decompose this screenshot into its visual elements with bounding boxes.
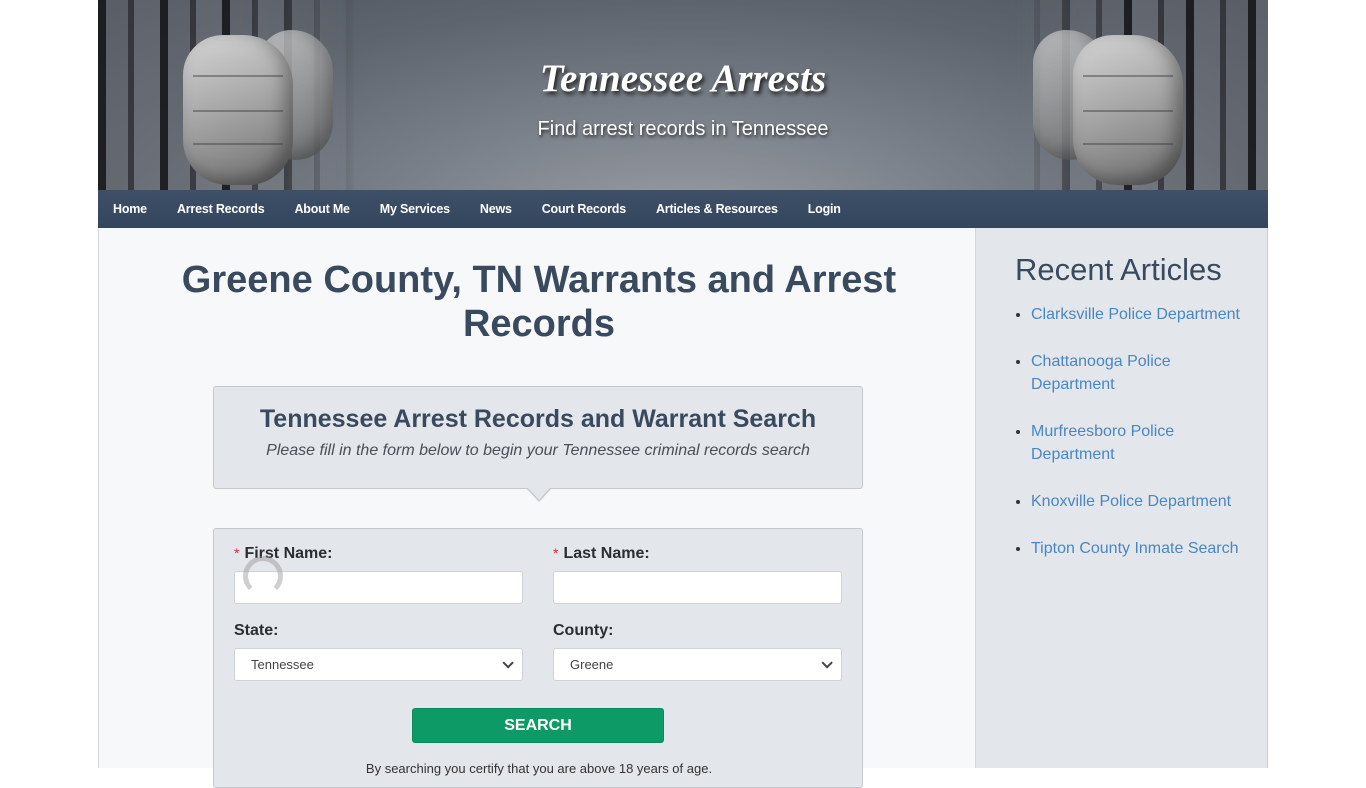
page: Tennessee Arrests Find arrest records in…	[98, 0, 1268, 788]
article-link-murfreesboro-police[interactable]: Murfreesboro Police Department	[1031, 423, 1174, 463]
chevron-down-icon	[821, 656, 833, 669]
nav-articles-resources[interactable]: Articles & Resources	[656, 202, 778, 216]
page-title: Greene County, TN Warrants and Arrest Re…	[181, 259, 897, 345]
article-link-clarksville-police[interactable]: Clarksville Police Department	[1031, 306, 1240, 323]
search-intro-subtitle: Please fill in the form below to begin y…	[266, 442, 810, 459]
first-name-label: * First Name:	[234, 545, 333, 562]
last-name-field-group: * Last Name:	[553, 545, 842, 604]
site-title[interactable]: Tennessee Arrests	[98, 56, 1268, 101]
list-item: Murfreesboro Police Department	[1031, 420, 1256, 466]
county-field-group: County: Greene	[553, 622, 842, 681]
nav-court-records[interactable]: Court Records	[542, 202, 626, 216]
first-name-field-group: * First Name:	[234, 545, 523, 604]
list-item: Clarksville Police Department	[1031, 303, 1256, 326]
search-intro-callout: Tennessee Arrest Records and Warrant Sea…	[213, 386, 863, 502]
nav-my-services[interactable]: My Services	[380, 202, 450, 216]
records-search-form: * First Name: * Last Name: State: Tennesse…	[213, 528, 863, 788]
state-field-group: State: Tennessee	[234, 622, 523, 681]
state-select[interactable]: Tennessee	[234, 648, 523, 681]
site-tagline: Find arrest records in Tennessee	[537, 118, 829, 140]
first-name-input[interactable]	[234, 571, 523, 604]
nav-news[interactable]: News	[480, 202, 512, 216]
last-name-input[interactable]	[553, 571, 842, 604]
main-nav: Home Arrest Records About Me My Services…	[98, 190, 1268, 228]
nav-arrest-records[interactable]: Arrest Records	[177, 202, 265, 216]
main-content: Greene County, TN Warrants and Arrest Re…	[98, 228, 975, 788]
list-item: Chattanooga Police Department	[1031, 350, 1256, 396]
age-disclaimer: By searching you certify that you are ab…	[365, 761, 713, 776]
county-selected-value: Greene	[570, 657, 614, 672]
chevron-down-icon	[502, 656, 514, 669]
search-intro-title: Tennessee Arrest Records and Warrant Sea…	[259, 405, 817, 433]
search-button[interactable]: SEARCH	[412, 708, 664, 743]
last-name-label: * Last Name:	[553, 545, 650, 562]
state-selected-value: Tennessee	[251, 657, 314, 672]
list-item: Tipton County Inmate Search	[1031, 537, 1256, 560]
recent-articles-heading: Recent Articles	[1015, 252, 1222, 287]
nav-about-me[interactable]: About Me	[294, 202, 350, 216]
required-marker: *	[553, 545, 559, 561]
sidebar: Recent Articles Clarksville Police Depar…	[975, 228, 1268, 768]
state-label: State:	[234, 622, 279, 639]
article-link-knoxville-police[interactable]: Knoxville Police Department	[1031, 493, 1231, 510]
article-link-chattanooga-police[interactable]: Chattanooga Police Department	[1031, 353, 1171, 393]
county-select[interactable]: Greene	[553, 648, 842, 681]
nav-home[interactable]: Home	[113, 202, 147, 216]
site-header: Tennessee Arrests Find arrest records in…	[98, 0, 1268, 190]
nav-login[interactable]: Login	[808, 202, 841, 216]
article-link-tipton-county-inmate[interactable]: Tipton County Inmate Search	[1031, 540, 1239, 557]
recent-articles-list: Clarksville Police Department Chattanoog…	[1031, 303, 1256, 584]
list-item: Knoxville Police Department	[1031, 490, 1256, 513]
required-marker: *	[234, 545, 240, 561]
county-label: County:	[553, 622, 614, 639]
